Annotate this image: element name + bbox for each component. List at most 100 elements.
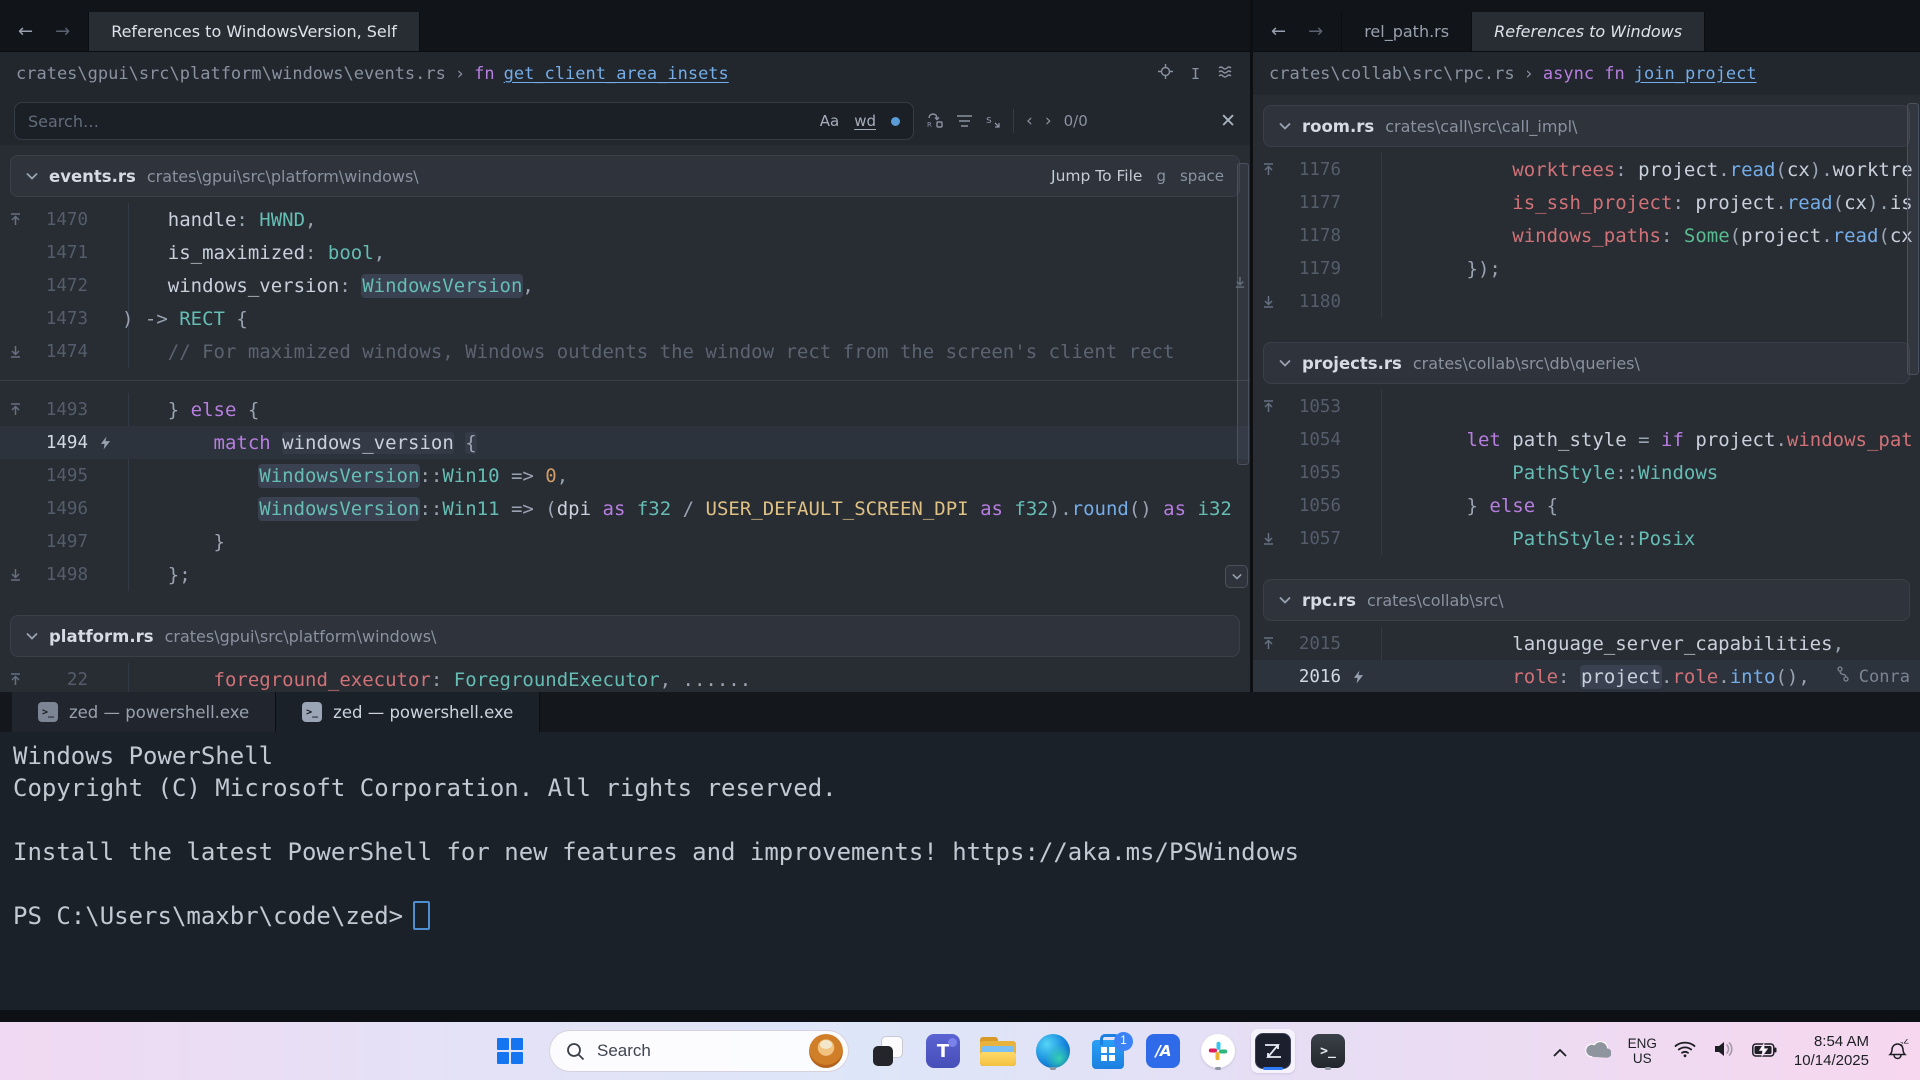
chevron-down-icon[interactable]	[1279, 359, 1291, 367]
code-line[interactable]: 1053	[1253, 390, 1920, 423]
line-number[interactable]: 1472	[30, 276, 88, 296]
left-scrollbar[interactable]	[1237, 145, 1250, 692]
jump-to-file[interactable]: Jump To Filegspace	[1051, 167, 1224, 185]
line-number[interactable]: 2016	[1283, 667, 1341, 687]
line-number[interactable]: 1493	[30, 400, 88, 420]
expand-excerpt-up-icon[interactable]	[1253, 163, 1283, 176]
clock[interactable]: 8:54 AM 10/14/2025	[1794, 1032, 1869, 1070]
waves-icon[interactable]	[1218, 64, 1234, 84]
notification-bell-icon[interactable]: zZ	[1886, 1039, 1910, 1064]
excerpt-header[interactable]: events.rscrates\gpui\src\platform\window…	[10, 155, 1240, 197]
excerpt-header[interactable]: room.rscrates\call\src\call_impl\	[1263, 105, 1910, 147]
code-line[interactable]: 1054 let path_style = if project.windows…	[1253, 423, 1920, 456]
code-line[interactable]: 2016 role: project.role.into(),Conra	[1253, 660, 1920, 692]
code-line[interactable]: 1056 } else {	[1253, 489, 1920, 522]
terminal-cursor[interactable]	[413, 901, 430, 930]
line-number[interactable]: 1177	[1283, 193, 1341, 213]
code-action-bolt-icon[interactable]	[88, 436, 122, 450]
chevron-down-icon[interactable]	[1279, 596, 1291, 604]
filter-list-icon[interactable]	[956, 114, 973, 128]
expand-excerpt-up-icon[interactable]	[0, 403, 30, 416]
close-search-icon[interactable]: ✕	[1220, 110, 1236, 132]
line-number[interactable]: 1053	[1283, 397, 1341, 417]
tab-references-windowsversion[interactable]: References to WindowsVersion, Self	[89, 12, 420, 51]
left-breadcrumb[interactable]: crates\gpui\src\platform\windows\events.…	[0, 51, 1250, 96]
line-number[interactable]: 1496	[30, 499, 88, 519]
code-line[interactable]: 1497 }	[0, 525, 1250, 558]
line-number[interactable]: 1179	[1283, 259, 1341, 279]
previous-match-icon[interactable]: ‹	[1026, 111, 1033, 131]
slash-a-app-button[interactable]: /A	[1141, 1029, 1185, 1073]
code-line[interactable]: 1496 WindowsVersion::Win11 => (dpi as f3…	[0, 492, 1250, 525]
terminal-tab-1[interactable]: >_ zed — powershell.exe	[12, 692, 276, 732]
code-line[interactable]: 1179 });	[1253, 252, 1920, 285]
code-line[interactable]: 1495 WindowsVersion::Win10 => 0,	[0, 459, 1250, 492]
onedrive-cloud-icon[interactable]	[1584, 1040, 1611, 1062]
expand-excerpt-down-icon[interactable]	[0, 345, 30, 358]
code-line[interactable]: 1472 windows_version: WindowsVersion,	[0, 269, 1250, 302]
microsoft-store-button[interactable]: 1	[1086, 1029, 1130, 1073]
code-line[interactable]: 1180	[1253, 285, 1920, 318]
expand-excerpt-down-icon[interactable]	[0, 568, 30, 581]
text-cursor-icon[interactable]: I	[1191, 65, 1200, 83]
windows-terminal-button[interactable]: >_	[1306, 1029, 1350, 1073]
taskbar-search-box[interactable]: Search	[549, 1030, 849, 1072]
code-line[interactable]: 1493 } else {	[0, 393, 1250, 426]
line-number[interactable]: 1473	[30, 309, 88, 329]
crosshair-icon[interactable]	[1158, 64, 1173, 84]
code-line[interactable]: 1178 windows_paths: Some(project.read(cx	[1253, 219, 1920, 252]
chevron-down-icon[interactable]	[26, 172, 38, 180]
back-icon[interactable]: ←	[1271, 21, 1286, 42]
tab-rel-path[interactable]: rel_path.rs	[1342, 12, 1472, 51]
next-match-icon[interactable]: ›	[1045, 111, 1052, 131]
code-line[interactable]: 1176 worktrees: project.read(cx).worktre	[1253, 153, 1920, 186]
expand-excerpt-down-icon[interactable]	[1253, 532, 1283, 545]
volume-icon[interactable]	[1713, 1040, 1735, 1062]
task-view-button[interactable]	[866, 1029, 910, 1073]
expand-down-icon[interactable]	[1234, 273, 1246, 292]
line-number[interactable]: 1178	[1283, 226, 1341, 246]
start-button[interactable]	[488, 1029, 532, 1073]
case-sensitive-toggle[interactable]: Aa	[820, 112, 839, 130]
slack-button[interactable]	[1196, 1029, 1240, 1073]
expand-excerpt-up-icon[interactable]	[0, 673, 30, 686]
tray-chevron-up-icon[interactable]	[1553, 1042, 1567, 1061]
scrollbar-thumb[interactable]	[1237, 163, 1249, 465]
line-number[interactable]: 1474	[30, 342, 88, 362]
code-line[interactable]: 1474 // For maximized windows, Windows o…	[0, 335, 1250, 368]
expand-excerpt-down-icon[interactable]	[1253, 295, 1283, 308]
right-scrollbar[interactable]	[1907, 95, 1920, 692]
code-line[interactable]: 1498 };	[0, 558, 1250, 591]
terminal-output[interactable]: Windows PowerShellCopyright (C) Microsof…	[0, 732, 1920, 932]
selection-indicator-icon[interactable]	[891, 117, 900, 126]
wifi-icon[interactable]	[1674, 1040, 1696, 1062]
expand-excerpt-up-icon[interactable]	[0, 213, 30, 226]
right-breadcrumb[interactable]: crates\collab\src\rpc.rs › async fn join…	[1253, 51, 1920, 96]
chevron-down-icon[interactable]	[1279, 122, 1291, 130]
excerpt-header[interactable]: projects.rscrates\collab\src\db\queries\	[1263, 342, 1910, 384]
line-number[interactable]: 1176	[1283, 160, 1341, 180]
line-number[interactable]: 1180	[1283, 292, 1341, 312]
forward-icon[interactable]: →	[1308, 21, 1323, 42]
edge-button[interactable]	[1031, 1029, 1075, 1073]
code-line[interactable]: 1055 PathStyle::Windows	[1253, 456, 1920, 489]
code-action-bolt-icon[interactable]	[1341, 670, 1375, 684]
expand-excerpt-up-icon[interactable]	[1253, 400, 1283, 413]
forward-icon[interactable]: →	[55, 21, 70, 42]
line-number[interactable]: 1056	[1283, 496, 1341, 516]
back-icon[interactable]: ←	[18, 21, 33, 42]
toggle-replace-icon[interactable]: R	[926, 113, 944, 129]
file-explorer-button[interactable]	[976, 1029, 1020, 1073]
scrollbar-thumb[interactable]	[1907, 103, 1919, 375]
code-line[interactable]: 1471 is_maximized: bool,	[0, 236, 1250, 269]
chevron-down-icon[interactable]	[26, 632, 38, 640]
teams-button[interactable]: T	[921, 1029, 965, 1073]
line-number[interactable]: 1495	[30, 466, 88, 486]
search-highlight-pie-icon[interactable]	[809, 1034, 843, 1068]
code-line[interactable]: 1177 is_ssh_project: project.read(cx).is	[1253, 186, 1920, 219]
language-indicator[interactable]: ENG US	[1628, 1036, 1657, 1066]
jump-next-excerpt-button[interactable]	[1225, 565, 1248, 588]
whole-word-toggle[interactable]: wd	[854, 112, 876, 130]
excerpt-header[interactable]: platform.rscrates\gpui\src\platform\wind…	[10, 615, 1240, 657]
zed-button[interactable]	[1251, 1029, 1295, 1073]
